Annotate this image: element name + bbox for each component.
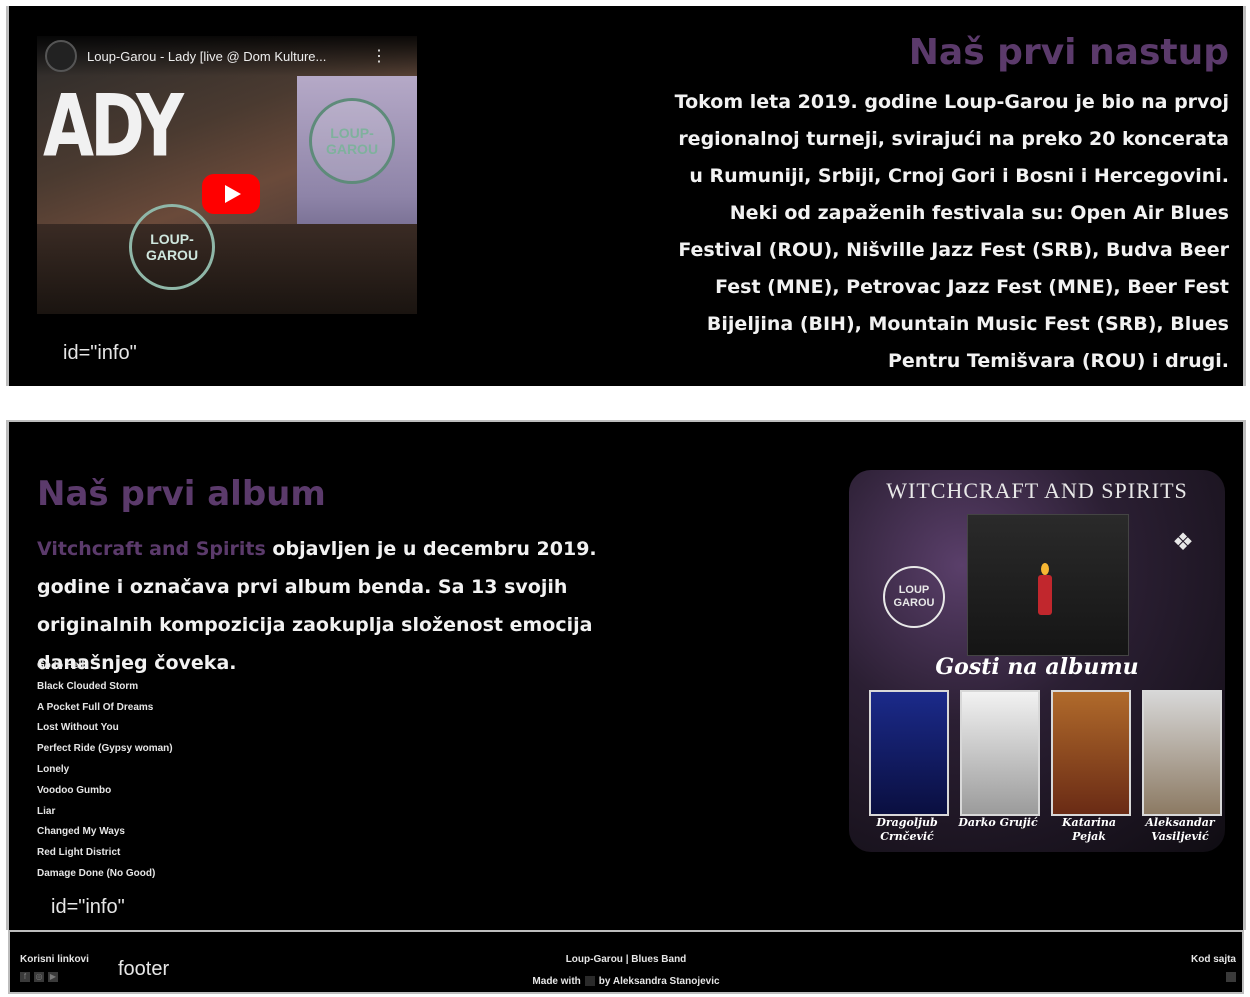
band-logo-screen-text: LOUP- GAROU [325,125,379,157]
site-footer: Korisni linkovi f ◎ ▶ footer Loup-Garou … [8,930,1244,994]
channel-avatar[interactable] [45,40,77,72]
github-icon[interactable] [1226,972,1236,982]
candle-icon [1038,575,1052,615]
stage-floor [37,224,417,314]
candle-flame-icon [1041,563,1049,575]
guest-name: Darko Grujić [958,816,1038,829]
cover-band-logo-text: LOUP GAROU [893,584,935,609]
band-logo-badge: LOUP- GAROU [129,204,215,290]
footer-credit-a: Made with [532,976,581,987]
heart-icon [584,976,595,987]
guest-photo [960,690,1040,816]
track-item: Go to Hell [37,660,85,671]
guest-photo [1051,690,1131,816]
track-item: Lonely [37,763,70,775]
video-title[interactable]: Loup-Garou - Lady [live @ Dom Kulture... [87,49,326,64]
track-item: Red Light District [37,847,121,859]
cover-title: WITCHCRAFT AND SPIRITS [886,478,1188,503]
info-section-concert: ADY LOUP- GAROU LOUP- GAROU Loup-Garou -… [6,6,1246,386]
cover-band-logo: LOUP GAROU [883,566,945,628]
id-info-label-2: id="info" [51,896,125,918]
section-title-album: Naš prvi album [37,474,326,514]
play-icon[interactable] [202,174,260,214]
track-item: Perfect Ride (Gypsy woman) [37,743,173,755]
id-info-label: id="info" [63,342,137,364]
video-thumb-text: ADY [43,76,184,177]
track-item: Liar [37,805,56,817]
youtube-video-embed[interactable]: ADY LOUP- GAROU LOUP- GAROU Loup-Garou -… [37,36,417,314]
track-item: Damage Done (No Good) [37,867,156,879]
footer-source-title: Kod sajta [1190,954,1236,965]
info-section-album: Naš prvi album Vitchcraft and Spirits ob… [6,420,1246,930]
guest-name: Aleksandar Vasiljević [1145,816,1215,843]
footer-credit-b[interactable]: by Aleksandra Stanojevic [599,976,720,987]
guest-name: Katarina Pejak [1062,816,1116,843]
track-item: Black Clouded Storm [37,680,139,692]
track-item: Changed My Ways [37,826,125,838]
guest-photo [1142,690,1222,816]
guests-heading: Gosti na albumu [935,654,1139,680]
track-item: Voodoo Gumbo [37,784,112,796]
section-title-concert: Naš prvi nastup [908,32,1229,73]
track-list: Go to Hell Black Clouded Storm A Pocket … [37,656,173,885]
band-logo-screen: LOUP- GAROU [309,98,395,184]
footer-band-line: Loup-Garou | Blues Band [565,954,687,965]
video-menu-icon[interactable]: ⋮ [371,46,387,66]
track-item: A Pocket Full Of Dreams [37,701,154,713]
section-body-concert: Tokom leta 2019. godine Loup-Garou je bi… [674,91,1229,372]
bird-emblem-icon: ❖ [1172,529,1194,556]
band-logo-text: LOUP- GAROU [145,231,199,263]
album-cover-image: WITCHCRAFT AND SPIRITS LOUP GAROU ❖ Gost… [849,470,1225,852]
cover-artwork [967,514,1129,656]
guest-name: Dragoljub Crnčević [876,816,938,843]
footer-credit-line: Made with by Aleksandra Stanojevic [10,976,1242,987]
track-item: Lost Without You [37,722,119,734]
video-header: Loup-Garou - Lady [live @ Dom Kulture...… [37,36,417,76]
album-name: Vitchcraft and Spirits [37,538,266,560]
guest-photo [869,690,949,816]
